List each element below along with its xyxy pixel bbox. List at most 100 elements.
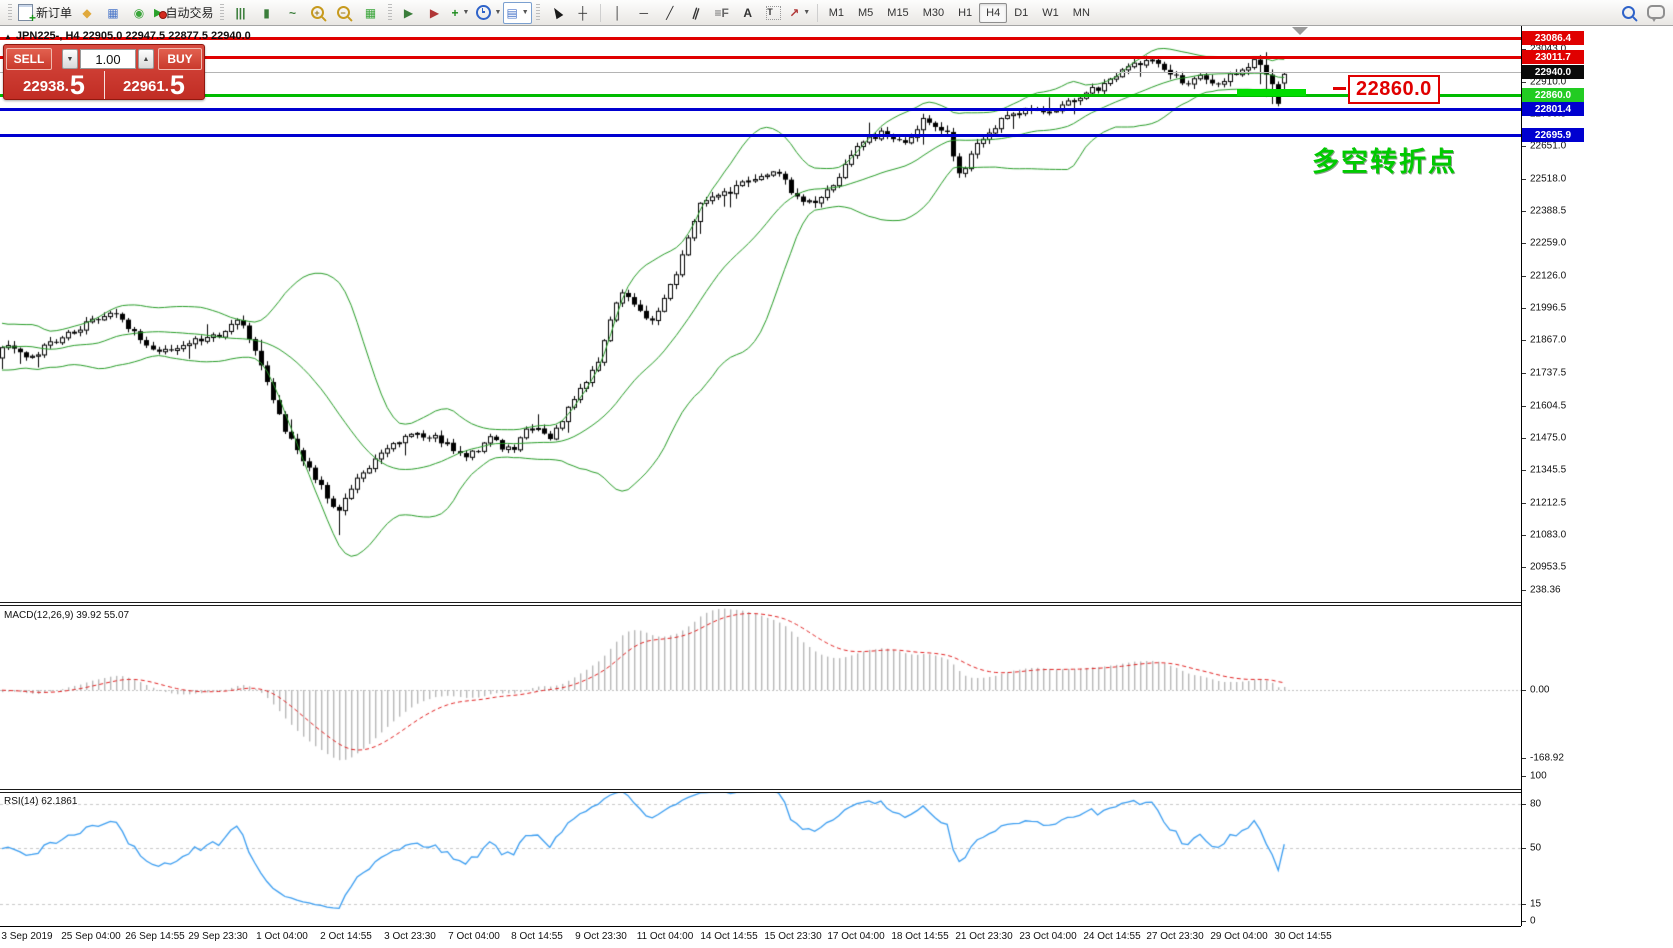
fibonacci-button[interactable]: ≡F [709, 2, 735, 24]
text-button[interactable]: A [735, 2, 761, 24]
macd-label: MACD(12,26,9) 39.92 55.07 [4, 610, 129, 621]
candlestick-chart-button[interactable]: ▮ [254, 2, 280, 24]
templates-icon: ▤ [506, 2, 517, 24]
volume-decrease-button[interactable]: ▼ [62, 49, 78, 69]
line-chart-icon: ~ [289, 2, 296, 24]
bar-chart-button[interactable]: ||| [228, 2, 254, 24]
toolbar-grip [536, 4, 540, 22]
selected-trendline-segment[interactable] [1237, 89, 1306, 96]
templates-button[interactable]: ▤▼ [503, 2, 531, 24]
data-window-icon: ▦ [107, 2, 118, 24]
macd-panel-separator[interactable] [0, 602, 1521, 606]
indicators-icon: + [452, 2, 459, 24]
zoom-out-button[interactable]: − [332, 2, 358, 24]
auto-scroll-button[interactable]: ▶ [396, 2, 422, 24]
arrows-button[interactable]: ↗▼ [787, 2, 813, 24]
chart-shift-icon: ▶ [430, 2, 439, 24]
horizontal-price-line[interactable] [0, 134, 1521, 137]
price-tick-label: 22126.0 [1530, 271, 1566, 282]
axis-tick-mark [1522, 921, 1526, 922]
charts-profile-button[interactable]: ◆ [74, 2, 100, 24]
price-line-label: 22860.0 [1522, 88, 1584, 102]
timeframe-d1[interactable]: D1 [1007, 3, 1035, 23]
rsi-label: RSI(14) 62.1861 [4, 796, 77, 807]
axis-tick-mark [1522, 373, 1526, 374]
horizontal-price-line[interactable] [0, 56, 1521, 59]
time-tick-label: 15 Oct 23:30 [764, 931, 821, 942]
arrows-icon: ↗ [789, 2, 799, 24]
timeframe-m1[interactable]: M1 [822, 3, 851, 23]
time-tick-label: 3 Sep 2019 [1, 931, 52, 942]
timeframe-h1[interactable]: H1 [951, 3, 979, 23]
dropdown-caret-icon: ▼ [495, 9, 502, 16]
volume-increase-button[interactable]: ▲ [138, 49, 154, 69]
tile-windows-button[interactable]: ▦ [358, 2, 384, 24]
signals-icon: ◉ [134, 2, 144, 24]
zoom-in-button[interactable]: + [306, 2, 332, 24]
chart-shift-button[interactable]: ▶ [422, 2, 448, 24]
price-tick-label: 21345.5 [1530, 465, 1566, 476]
vertical-line-button[interactable]: │ [605, 2, 631, 24]
sell-price-big-digit: 5 [70, 73, 85, 97]
text-icon: A [743, 2, 752, 24]
timeframe-w1[interactable]: W1 [1035, 3, 1066, 23]
periods-button[interactable]: ▼ [474, 2, 504, 24]
sell-price-main: 22938. [23, 77, 69, 97]
text-label-button[interactable]: T [761, 2, 787, 24]
price-tick-label: 21867.0 [1530, 335, 1566, 346]
buy-price[interactable]: 22961. 5 [104, 71, 204, 99]
channel-button[interactable]: ∥ [683, 2, 709, 24]
timeframe-mn[interactable]: MN [1066, 3, 1097, 23]
price-axis[interactable]: 23043.022910.022780.522651.022518.022388… [1522, 26, 1673, 926]
macd-tick-label: -168.92 [1530, 753, 1564, 764]
axis-tick-mark [1522, 590, 1526, 591]
search-icon [1622, 6, 1635, 19]
sell-price[interactable]: 22938. 5 [4, 71, 104, 99]
buy-button[interactable]: BUY [158, 48, 202, 70]
time-axis[interactable]: 3 Sep 201925 Sep 04:0026 Sep 14:5529 Sep… [0, 927, 1673, 948]
trendline-button[interactable]: ╱ [657, 2, 683, 24]
horizontal-line-button[interactable]: ─ [631, 2, 657, 24]
new-order-button-label: 新订单 [36, 4, 72, 21]
line-chart-button[interactable]: ~ [280, 2, 306, 24]
toolbar-separator [817, 4, 818, 22]
data-window-button[interactable]: ▦ [100, 2, 126, 24]
axis-tick-mark [1522, 848, 1526, 849]
volume-input[interactable] [80, 49, 136, 69]
one-click-trading-panel: SELL ▼ ▲ BUY 22938. 5 22961. 5 [3, 44, 205, 100]
buy-price-big-digit: 5 [170, 73, 185, 97]
cursor-button[interactable] [544, 2, 570, 24]
axis-tick-mark [1522, 406, 1526, 407]
horizontal-price-line[interactable] [0, 108, 1521, 111]
cursor-icon [550, 6, 563, 20]
crosshair-button[interactable]: ┼ [570, 2, 596, 24]
horizontal-price-line[interactable] [0, 72, 1521, 73]
chart-shift-marker-icon[interactable] [1292, 27, 1308, 35]
autotrading-button[interactable]: ▶自动交易 [152, 2, 215, 24]
horizontal-line-icon: ─ [639, 2, 648, 24]
time-tick-label: 23 Oct 04:00 [1019, 931, 1076, 942]
one-click-collapse-icon[interactable]: ▲ [4, 32, 12, 41]
text-label-icon: T [766, 6, 781, 20]
chart-title: ▲ JPN225-, H4 22905.0 22947.5 22877.5 22… [4, 30, 251, 42]
time-tick-label: 1 Oct 04:00 [256, 931, 308, 942]
new-order-button[interactable]: 新订单 [16, 2, 74, 24]
price-tick-label: 22518.0 [1530, 174, 1566, 185]
zoom-in-icon: + [311, 6, 324, 19]
indicators-button[interactable]: +▼ [448, 2, 474, 24]
dropdown-caret-icon: ▼ [522, 9, 529, 16]
channel-icon: ∥ [689, 1, 702, 24]
sell-button[interactable]: SELL [6, 48, 52, 70]
timeframe-m30[interactable]: M30 [916, 3, 951, 23]
timeframe-h4[interactable]: H4 [979, 3, 1007, 23]
price-tick-label: 20953.5 [1530, 562, 1566, 573]
chat-button[interactable] [1643, 2, 1669, 24]
signals-button[interactable]: ◉ [126, 2, 152, 24]
price-tick-label: 21996.5 [1530, 303, 1566, 314]
timeframe-m5[interactable]: M5 [851, 3, 880, 23]
rsi-panel-separator[interactable] [0, 789, 1521, 793]
fibonacci-icon: ≡F [715, 2, 729, 24]
timeframe-m15[interactable]: M15 [880, 3, 915, 23]
time-tick-label: 21 Oct 23:30 [955, 931, 1012, 942]
search-button[interactable] [1617, 2, 1643, 24]
